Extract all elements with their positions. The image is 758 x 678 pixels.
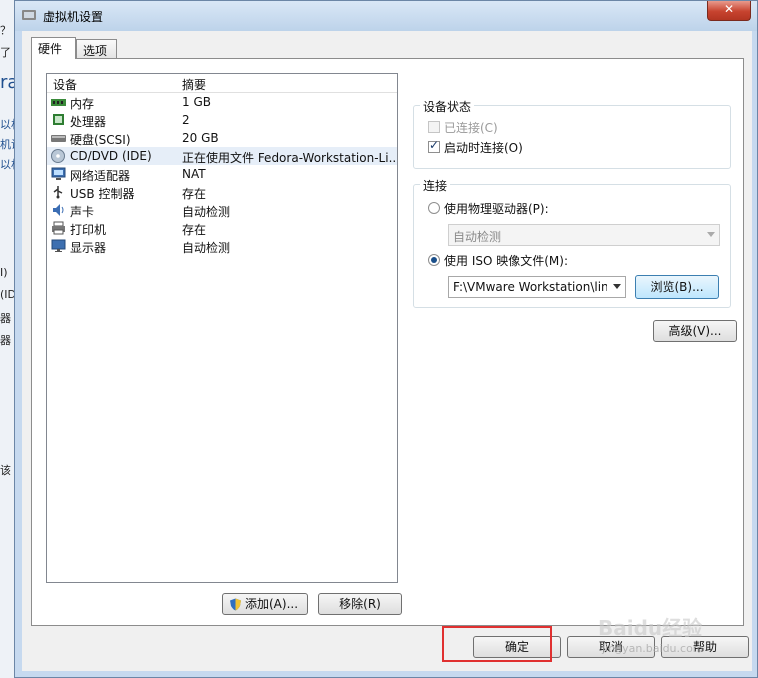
- device-summary: 1 GB: [182, 95, 211, 109]
- dialog-title: 虚拟机设置: [43, 10, 104, 24]
- network-icon: [51, 167, 66, 180]
- device-summary: 自动检测: [182, 205, 231, 219]
- watermark-url: jingyan.baidu.com: [602, 642, 704, 655]
- device-summary: 20 GB: [182, 131, 219, 145]
- device-row-printer[interactable]: 打印机 存在: [47, 219, 397, 237]
- physical-drive-select[interactable]: 自动检测: [448, 224, 720, 246]
- sound-icon: [53, 204, 64, 216]
- chevron-down-icon: [707, 232, 715, 237]
- device-status-group: 设备状态 已连接(C) 启动时连接(O): [413, 98, 731, 169]
- device-summary: 存在: [182, 187, 207, 201]
- device-name: 处理器: [70, 115, 107, 129]
- watermark: Baidu经验: [598, 616, 703, 640]
- device-name: 内存: [70, 97, 95, 111]
- add-device-button[interactable]: 添加(A)...: [222, 593, 308, 615]
- device-list[interactable]: 设备 摘要 内存 1 GB 处理器 2 硬盘(SCSI) 20 GB CD/DV…: [46, 73, 398, 583]
- device-row-cdrom[interactable]: CD/DVD (IDE) 正在使用文件 Fedora-Workstation-L…: [47, 147, 397, 165]
- uac-shield-icon: [230, 598, 241, 611]
- bg-fragment: 器: [0, 334, 11, 347]
- device-status-title: 设备状态: [420, 98, 475, 115]
- connection-title: 连接: [420, 177, 451, 194]
- device-row-harddisk[interactable]: 硬盘(SCSI) 20 GB: [47, 129, 397, 147]
- connected-checkbox[interactable]: [428, 121, 440, 133]
- use-physical-drive-label: 使用物理驱动器(P):: [444, 202, 549, 216]
- column-device[interactable]: 设备: [53, 76, 77, 93]
- device-name: 硬盘(SCSI): [70, 133, 131, 147]
- physical-drive-value: 自动检测: [453, 230, 502, 244]
- vm-settings-dialog: 虚拟机设置 硬件 选项 设备 摘要 内存 1 GB 处理器 2: [14, 0, 758, 678]
- use-physical-drive-radio[interactable]: [428, 202, 440, 214]
- memory-icon: [51, 99, 66, 106]
- bg-fragment: 器: [0, 312, 11, 325]
- device-name: 声卡: [70, 205, 95, 219]
- usb-icon: [53, 186, 63, 199]
- bg-fragment: I): [0, 266, 8, 279]
- title-bar[interactable]: 虚拟机设置: [15, 1, 757, 31]
- bg-fragment: 了: [0, 46, 11, 59]
- ok-button-highlight: [442, 626, 552, 662]
- dialog-client: 硬件 选项 设备 摘要 内存 1 GB 处理器 2 硬盘(SCSI) 20 GB…: [22, 31, 752, 671]
- use-iso-radio[interactable]: [428, 254, 440, 266]
- tab-hardware[interactable]: 硬件: [31, 37, 76, 59]
- advanced-button[interactable]: 高级(V)...: [653, 320, 737, 342]
- cpu-icon: [53, 114, 64, 125]
- device-name: CD/DVD (IDE): [70, 149, 152, 163]
- device-row-processor[interactable]: 处理器 2: [47, 111, 397, 129]
- close-button[interactable]: [707, 1, 751, 21]
- use-iso-label: 使用 ISO 映像文件(M):: [444, 254, 568, 268]
- harddisk-icon: [51, 135, 66, 142]
- iso-path-value: F:\VMware Workstation\linu: [453, 280, 607, 294]
- cdrom-icon: [51, 149, 65, 163]
- bg-fragment: ？: [0, 24, 11, 37]
- column-summary[interactable]: 摘要: [182, 76, 206, 93]
- device-name: 网络适配器: [70, 169, 131, 183]
- device-row-usb[interactable]: USB 控制器 存在: [47, 183, 397, 201]
- iso-path-input[interactable]: F:\VMware Workstation\linu: [448, 276, 626, 298]
- device-summary: 自动检测: [182, 241, 231, 255]
- device-name: 打印机: [70, 223, 107, 237]
- device-name: USB 控制器: [70, 187, 135, 201]
- bg-fragment: 该: [0, 464, 11, 477]
- vmware-app-icon: [22, 10, 36, 20]
- connect-at-power-on-checkbox[interactable]: [428, 138, 440, 153]
- connection-group: 连接 使用物理驱动器(P): 自动检测 使用 ISO 映像文件(M): F:\V…: [413, 177, 731, 308]
- device-row-sound[interactable]: 声卡 自动检测: [47, 201, 397, 219]
- browse-button[interactable]: 浏览(B)...: [635, 275, 719, 299]
- device-summary: NAT: [182, 167, 206, 181]
- hardware-panel: 设备 摘要 内存 1 GB 处理器 2 硬盘(SCSI) 20 GB CD/DV…: [31, 58, 744, 626]
- device-summary: 存在: [182, 223, 207, 237]
- device-name: 显示器: [70, 241, 107, 255]
- device-row-network[interactable]: 网络适配器 NAT: [47, 165, 397, 183]
- device-row-memory[interactable]: 内存 1 GB: [47, 93, 397, 111]
- chevron-down-icon: [613, 284, 621, 289]
- device-summary: 2: [182, 113, 190, 127]
- connect-at-power-on-label: 启动时连接(O): [444, 141, 523, 155]
- add-button-label: 添加(A)...: [245, 597, 299, 611]
- list-header: 设备 摘要: [47, 74, 397, 93]
- device-summary: 正在使用文件 Fedora-Workstation-Li...: [182, 151, 395, 165]
- monitor-icon: [51, 239, 66, 252]
- device-row-display[interactable]: 显示器 自动检测: [47, 237, 397, 255]
- printer-icon: [52, 221, 65, 235]
- tab-options[interactable]: 选项: [76, 39, 117, 59]
- remove-device-button[interactable]: 移除(R): [318, 593, 402, 615]
- connected-label: 已连接(C): [444, 121, 498, 135]
